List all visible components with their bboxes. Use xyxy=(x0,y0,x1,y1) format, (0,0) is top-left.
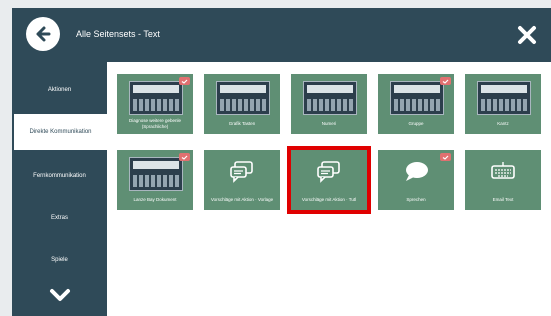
app-window: Alle Seitensets - Text Aktionen Direkte … xyxy=(12,8,551,316)
sidebar-item-extras[interactable]: Extras xyxy=(12,200,107,236)
chat-bubbles-icon xyxy=(230,161,253,183)
sidebar-item-fernkommunikation[interactable]: Fernkommunikation xyxy=(12,158,107,194)
arrow-left-icon xyxy=(36,26,51,42)
page-set-grid: Diagnose weitere gebenle (Sprachliche) G… xyxy=(107,62,551,316)
tile-grafik-tasten[interactable]: Grafik Tasten xyxy=(204,74,280,134)
chevron-down-icon xyxy=(49,289,70,301)
keyboard-thumbnail-icon xyxy=(390,81,444,115)
sidebar-item-direkte-kommunikation[interactable]: Direkte Kommunikation xyxy=(14,114,107,150)
tile-kantz[interactable]: Kantz xyxy=(465,74,541,134)
tile-sprechen[interactable]: Sprechen xyxy=(378,150,454,210)
sidebar-item-aktionen[interactable]: Aktionen xyxy=(12,72,107,108)
tile-label: Gruppe xyxy=(408,121,424,126)
check-badge-icon xyxy=(179,153,190,161)
tile-label: Vorschläge mit Aktion · Vorlage xyxy=(210,197,274,202)
keyboard-thumbnail-icon xyxy=(303,81,357,115)
tile-label: Kantz xyxy=(497,121,509,126)
top-bar: Alle Seitensets - Text xyxy=(12,8,551,62)
tile-label: Sprechen xyxy=(406,197,426,202)
keyboard-thumbnail-icon xyxy=(477,81,531,115)
close-button[interactable] xyxy=(503,8,551,62)
keyboard-thumbnail-icon xyxy=(216,81,270,115)
tile-label: Email Text xyxy=(492,197,514,202)
scroll-down-button[interactable] xyxy=(12,280,107,310)
tile-diagnose[interactable]: Diagnose weitere gebenle (Sprachliche) xyxy=(117,74,193,134)
tile-lanze-bay[interactable]: Lanze Bay Dokument xyxy=(117,150,193,210)
check-badge-icon xyxy=(440,77,451,85)
speech-bubble-icon xyxy=(406,162,428,181)
tile-label: Grafik Tasten xyxy=(228,121,256,126)
selection-highlight xyxy=(287,146,371,214)
tile-label: Numeri xyxy=(321,121,337,126)
tile-label: Diagnose weitere gebenle (Sprachliche) xyxy=(128,118,182,129)
close-icon xyxy=(518,26,536,44)
tile-vorschlaege-vorlage[interactable]: Vorschläge mit Aktion · Vorlage xyxy=(204,150,280,210)
keyboard-device-icon xyxy=(491,162,515,179)
sidebar-item-spiele[interactable]: Spiele xyxy=(12,242,107,278)
keyboard-thumbnail-icon xyxy=(129,81,183,115)
back-button[interactable] xyxy=(26,17,60,51)
tile-label: Lanze Bay Dokument xyxy=(133,197,177,202)
sidebar: Aktionen Direkte Kommunikation Fernkommu… xyxy=(12,62,107,316)
keyboard-thumbnail-icon xyxy=(129,157,183,191)
tile-gruppe[interactable]: Gruppe xyxy=(378,74,454,134)
check-badge-icon xyxy=(440,153,451,161)
page-title: Alle Seitensets - Text xyxy=(76,29,160,39)
tile-numeri[interactable]: Numeri xyxy=(291,74,367,134)
tile-email-text[interactable]: Email Text xyxy=(465,150,541,210)
check-badge-icon xyxy=(179,77,190,85)
